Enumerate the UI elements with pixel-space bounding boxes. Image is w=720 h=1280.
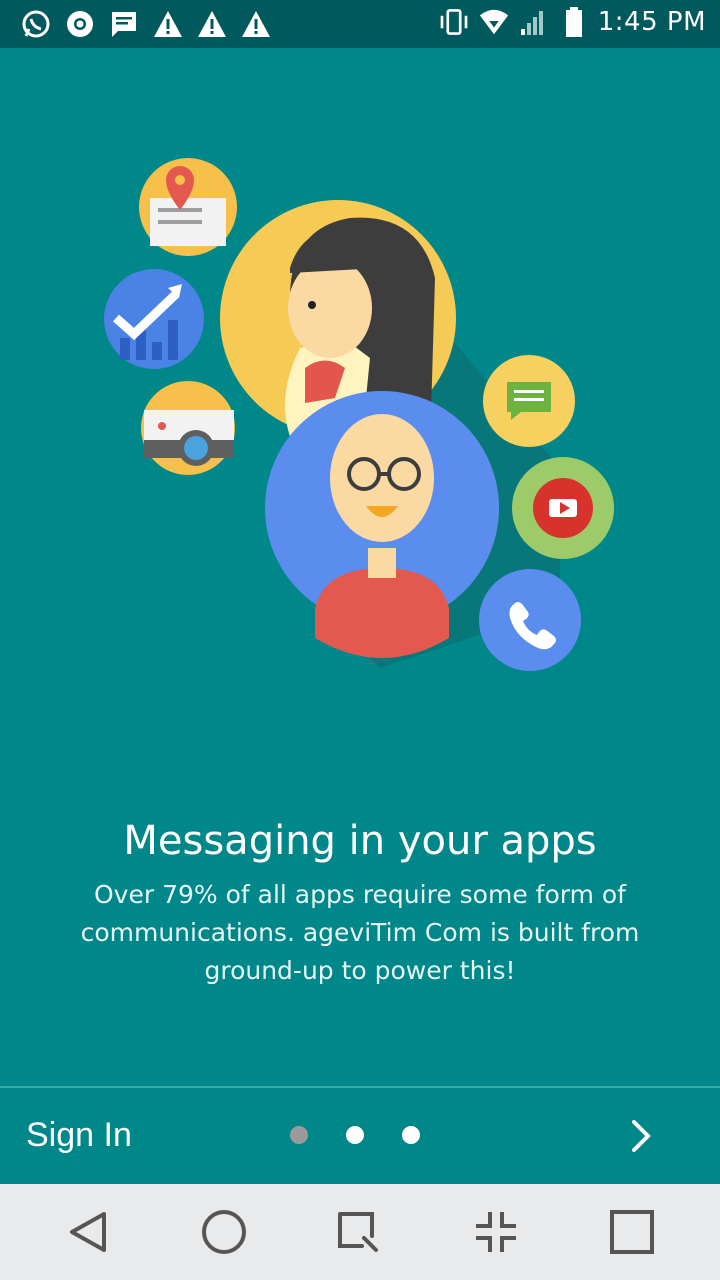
warning-icon — [196, 8, 228, 40]
onboarding-footer: Sign In — [0, 1088, 720, 1184]
wifi-icon — [478, 6, 510, 38]
home-icon — [202, 1210, 246, 1254]
recents-icon — [338, 1212, 378, 1252]
page-dot-1[interactable] — [290, 1126, 308, 1144]
camera-app-icon — [141, 381, 235, 475]
onboarding-description: Over 79% of all apps require some form o… — [80, 880, 640, 985]
chrome-icon — [64, 8, 96, 40]
map-app-icon — [139, 158, 237, 256]
vibrate-icon — [438, 6, 470, 38]
back-icon — [70, 1212, 106, 1252]
page-indicator — [290, 1126, 420, 1144]
youtube-app-icon — [512, 457, 614, 559]
status-bar: 1:45 PM — [0, 0, 720, 48]
back-button[interactable] — [58, 1204, 118, 1260]
whatsapp-icon — [20, 8, 52, 40]
message-icon — [108, 8, 140, 40]
onboarding-illustration — [104, 158, 614, 671]
recents-button[interactable] — [328, 1204, 388, 1260]
square-icon — [610, 1210, 654, 1254]
battery-icon — [558, 6, 590, 38]
page-dot-3[interactable] — [402, 1126, 420, 1144]
signal-icon — [518, 6, 550, 38]
home-button[interactable] — [194, 1204, 254, 1260]
split-screen-button[interactable] — [466, 1204, 526, 1260]
system-nav-bar — [0, 1184, 720, 1280]
overview-button[interactable] — [602, 1204, 662, 1260]
phone-app-icon — [479, 569, 581, 671]
notification-icons — [20, 8, 272, 40]
clock-time: 1:45 PM — [597, 7, 706, 37]
analytics-app-icon — [104, 269, 204, 369]
onboarding-title: Messaging in your apps — [123, 818, 597, 864]
warning-icon — [152, 8, 184, 40]
chevron-right-icon — [632, 1120, 651, 1152]
page-dot-2[interactable] — [346, 1126, 364, 1144]
chat-app-icon — [483, 355, 575, 447]
minimize-icon — [476, 1212, 516, 1252]
warning-icon — [240, 8, 272, 40]
sign-in-button[interactable]: Sign In — [26, 1116, 132, 1155]
next-button[interactable] — [620, 1112, 660, 1160]
system-icons: 1:45 PM — [438, 6, 706, 38]
